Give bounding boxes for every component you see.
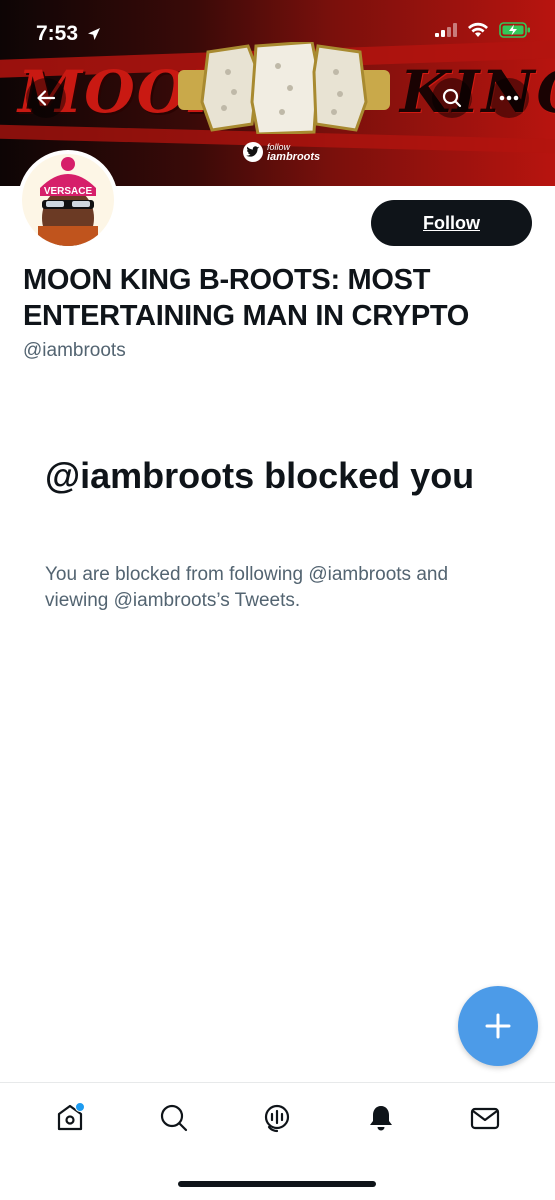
location-arrow-icon [87,28,100,41]
search-icon [442,88,462,108]
blocked-description: You are blocked from following @iambroot… [45,564,449,611]
tab-search[interactable] [149,1093,199,1143]
cellular-signal-icon [435,23,457,37]
more-dots-icon [499,95,519,101]
banner-follow-tag: follow iambroots [243,142,321,163]
status-indicators [435,22,531,38]
compose-tweet-button[interactable] [458,986,538,1066]
profile-handle: @iambroots [23,340,126,361]
tab-home[interactable] [45,1093,95,1143]
back-button[interactable] [26,78,66,118]
bottom-tab-bar [0,1082,555,1152]
follow-button[interactable]: Follow [371,200,532,246]
tab-notifications[interactable] [356,1093,406,1143]
search-icon [160,1104,187,1131]
search-profile-button[interactable] [432,78,472,118]
tab-messages[interactable] [460,1093,510,1143]
wifi-icon [468,22,488,37]
banner-word-right: KING [400,58,555,126]
spaces-icon [265,1104,290,1132]
back-arrow-icon [37,90,56,106]
plus-icon [485,1013,511,1039]
avatar[interactable]: VERSACE [18,150,118,250]
battery-charging-icon [499,22,530,38]
avatar-image: VERSACE [22,154,114,246]
messages-icon [470,1107,500,1129]
profile-display-name: MOON KING B-ROOTS: MOST ENTERTAINING MAN… [23,264,470,332]
avatar-hat-text: VERSACE [44,186,93,197]
blocked-title: @iambroots blocked you [45,455,475,496]
more-options-button[interactable] [489,78,529,118]
tab-spaces[interactable] [252,1093,302,1143]
twitter-bird-icon [243,142,263,162]
status-time: 7:53 [36,22,102,46]
home-indicator[interactable] [178,1181,376,1187]
status-time-text: 7:53 [36,22,79,45]
notification-dot [74,1101,85,1112]
notifications-icon [370,1105,393,1130]
championship-belt-image [178,42,390,134]
banner-follow-handle: iambroots [267,151,321,163]
